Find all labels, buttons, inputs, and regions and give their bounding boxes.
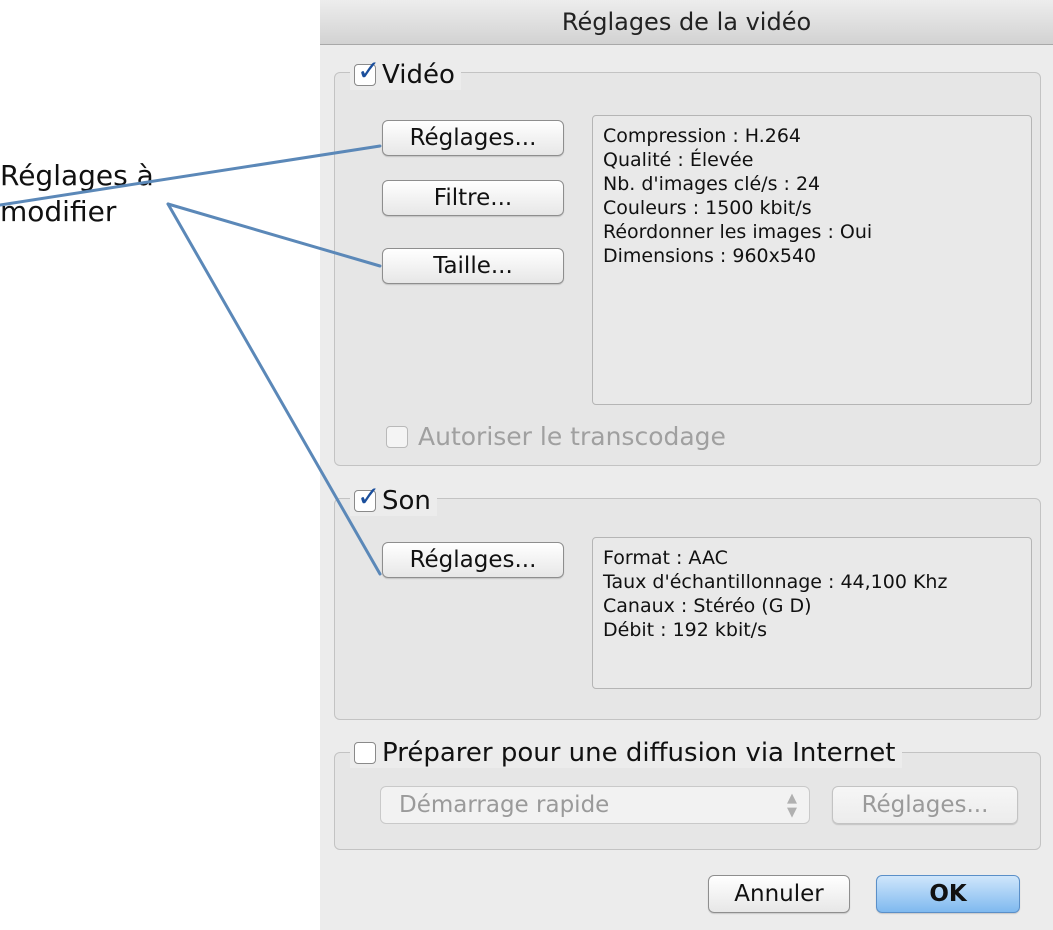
internet-checkbox[interactable] bbox=[354, 742, 376, 764]
transcode-label: Autoriser le transcodage bbox=[418, 422, 726, 451]
sound-checkbox[interactable]: ✓ bbox=[354, 483, 380, 512]
video-settings-button[interactable]: Réglages... bbox=[382, 120, 564, 156]
video-settings-dialog: Réglages de la vidéo ✓ Vidéo Réglages...… bbox=[320, 0, 1053, 930]
sound-info-line: Format : AAC bbox=[603, 547, 728, 569]
checkmark-icon: ✓ bbox=[357, 480, 381, 513]
internet-legend: Préparer pour une diffusion via Internet bbox=[350, 738, 902, 768]
annotation-line-2: modifier bbox=[0, 195, 117, 228]
video-checkbox[interactable]: ✓ bbox=[354, 57, 380, 86]
video-info-line: Compression : H.264 bbox=[603, 125, 802, 147]
video-info-box: Compression : H.264 Qualité : Élevée Nb.… bbox=[592, 115, 1032, 405]
sound-settings-button[interactable]: Réglages... bbox=[382, 542, 564, 578]
video-filter-button[interactable]: Filtre... bbox=[382, 180, 564, 216]
ok-button[interactable]: OK bbox=[876, 875, 1020, 913]
dialog-title: Réglages de la vidéo bbox=[320, 0, 1053, 45]
sound-info-box: Format : AAC Taux d'échantillonnage : 44… bbox=[592, 537, 1032, 689]
video-label: Vidéo bbox=[382, 60, 455, 90]
streaming-mode-select[interactable]: Démarrage rapide ▲ ▼ bbox=[380, 786, 810, 824]
sound-info-line: Taux d'échantillonnage : 44,100 Khz bbox=[603, 571, 948, 593]
video-info-line: Réordonner les images : Oui bbox=[603, 221, 873, 243]
transcode-checkbox[interactable] bbox=[386, 425, 408, 448]
updown-arrows-icon: ▲ ▼ bbox=[787, 791, 797, 820]
annotation-line-1: Réglages à bbox=[0, 159, 154, 192]
annotation-label: Réglages à modifier bbox=[0, 158, 154, 230]
video-size-button[interactable]: Taille... bbox=[382, 248, 564, 284]
transcode-row: Autoriser le transcodage bbox=[386, 422, 726, 451]
sound-info-line: Débit : 192 kbit/s bbox=[603, 619, 767, 641]
sound-info-line: Canaux : Stéréo (G D) bbox=[603, 595, 812, 617]
video-info-line: Nb. d'images clé/s : 24 bbox=[603, 173, 821, 195]
sound-label: Son bbox=[382, 486, 431, 516]
streaming-mode-value: Démarrage rapide bbox=[399, 792, 610, 818]
video-info-line: Couleurs : 1500 kbit/s bbox=[603, 197, 812, 219]
video-info-line: Qualité : Élevée bbox=[603, 149, 754, 171]
sound-legend: ✓ Son bbox=[350, 483, 437, 516]
checkmark-icon: ✓ bbox=[357, 54, 381, 87]
internet-label: Préparer pour une diffusion via Internet bbox=[382, 738, 896, 768]
video-info-line: Dimensions : 960x540 bbox=[603, 245, 817, 267]
cancel-button[interactable]: Annuler bbox=[708, 875, 850, 913]
video-legend: ✓ Vidéo bbox=[350, 57, 461, 90]
internet-settings-button[interactable]: Réglages... bbox=[832, 786, 1018, 824]
